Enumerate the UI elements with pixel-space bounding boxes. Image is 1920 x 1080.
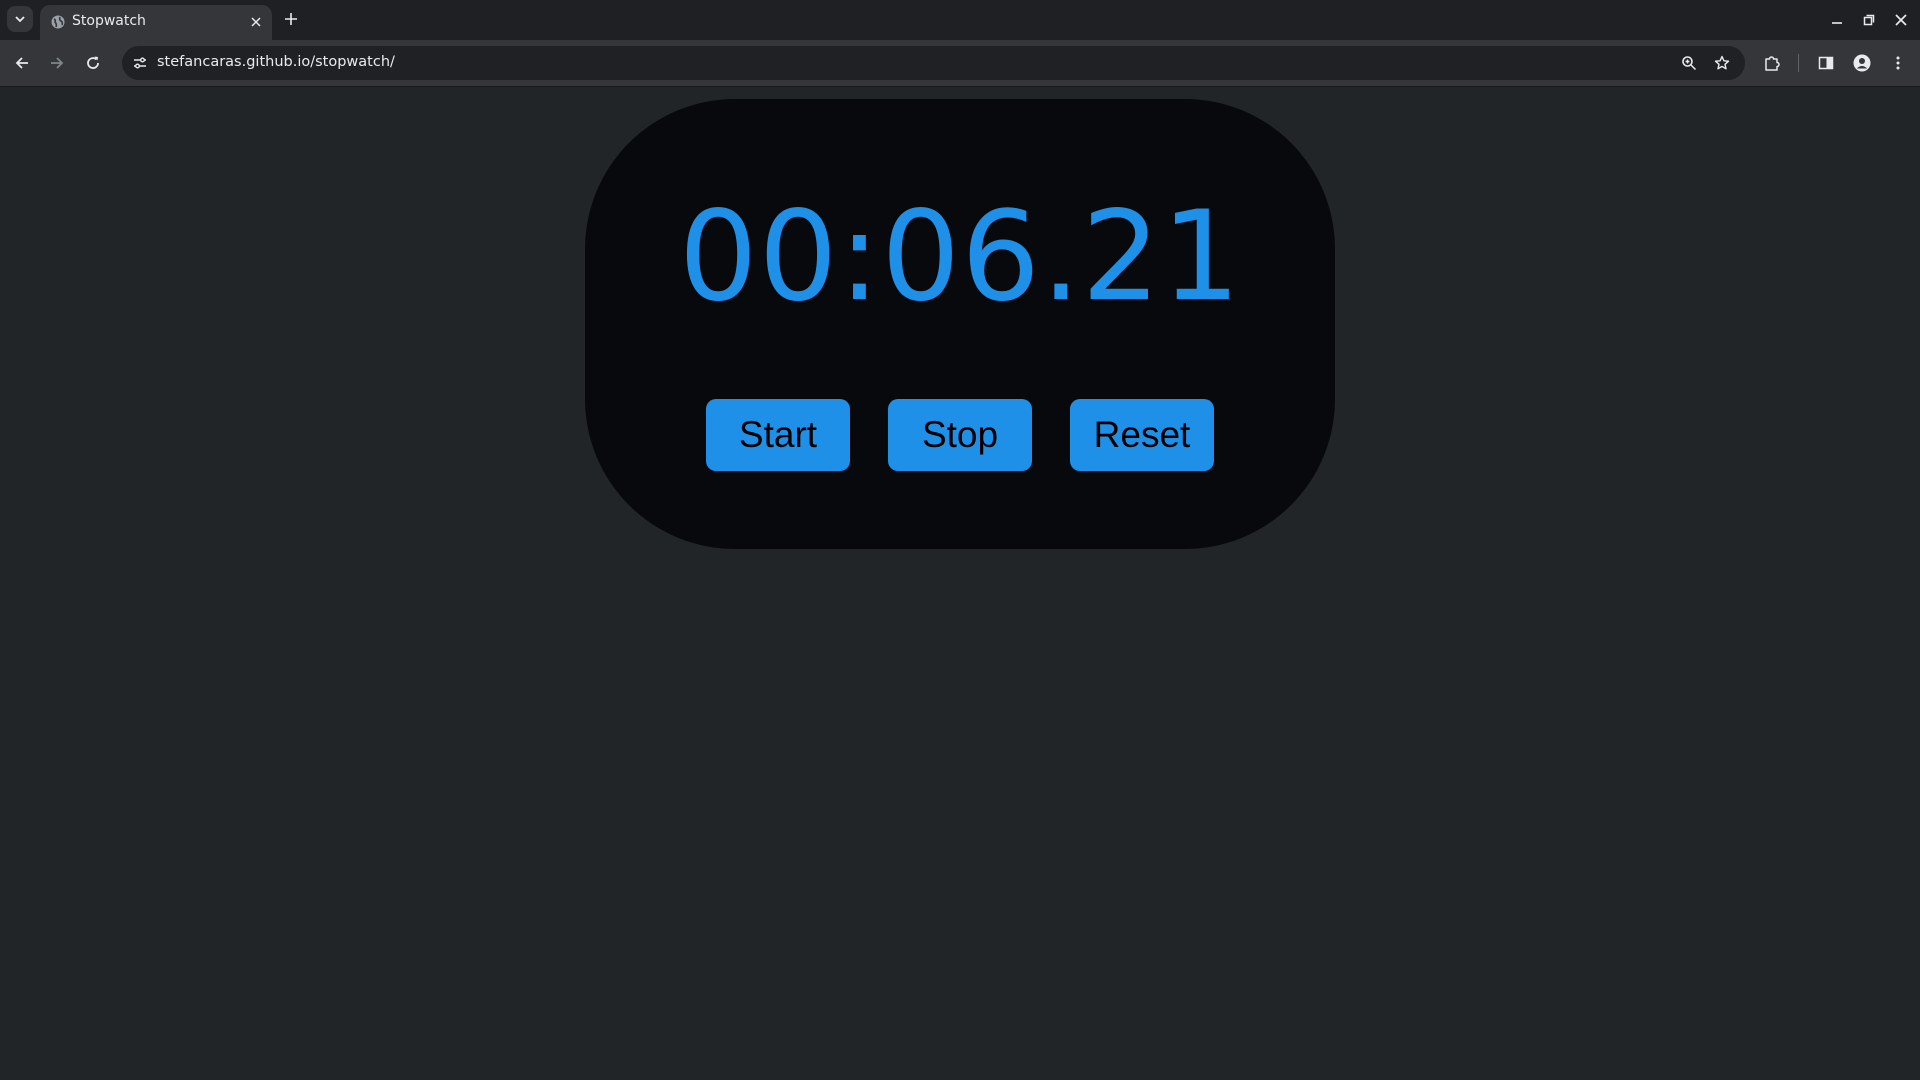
bookmark-button[interactable] — [1712, 53, 1732, 73]
side-panel-icon — [1818, 56, 1834, 70]
back-arrow-icon — [15, 57, 28, 69]
profile-button[interactable] — [1852, 53, 1872, 73]
browser-toolbar: stefancaras.github.io/stopwatch/ — [0, 40, 1920, 87]
back-button[interactable] — [9, 50, 35, 76]
star-icon — [1714, 55, 1730, 70]
forward-arrow-icon — [51, 57, 64, 69]
plus-icon — [285, 13, 297, 25]
reload-icon — [87, 56, 99, 69]
extensions-button[interactable] — [1762, 53, 1782, 73]
restore-icon — [1863, 14, 1875, 26]
close-icon — [1895, 14, 1907, 26]
restore-button[interactable] — [1859, 10, 1879, 30]
tab-search-button[interactable] — [7, 6, 33, 32]
close-icon — [251, 17, 261, 27]
site-info-button[interactable] — [128, 51, 152, 75]
zoom-button[interactable] — [1679, 53, 1699, 73]
profile-icon — [1853, 54, 1871, 72]
tune-icon — [134, 57, 146, 69]
tab-close-button[interactable] — [248, 14, 264, 30]
zoom-icon — [1682, 56, 1697, 71]
toolbar-divider — [1798, 54, 1799, 72]
reset-button[interactable]: Reset — [1070, 399, 1214, 471]
time-display: 00:06.21 — [678, 185, 1242, 329]
start-button[interactable]: Start — [706, 399, 850, 471]
chevron-down-icon — [15, 16, 25, 23]
globe-icon — [51, 15, 65, 29]
side-panel-button[interactable] — [1816, 53, 1836, 73]
stop-button[interactable]: Stop — [888, 399, 1032, 471]
page-viewport: 00:06.21 Start Stop Reset — [0, 87, 1920, 1080]
close-window-button[interactable] — [1891, 10, 1911, 30]
address-bar[interactable]: stefancaras.github.io/stopwatch/ — [122, 46, 1745, 80]
url-text[interactable]: stefancaras.github.io/stopwatch/ — [157, 54, 395, 70]
tab-title: Stopwatch — [72, 13, 146, 29]
minimize-button[interactable] — [1827, 10, 1847, 30]
stopwatch-panel: 00:06.21 Start Stop Reset — [585, 99, 1335, 549]
tab-strip: Stopwatch — [0, 0, 1920, 40]
kebab-menu-icon — [1896, 56, 1900, 70]
new-tab-button[interactable] — [281, 9, 301, 29]
menu-button[interactable] — [1888, 53, 1908, 73]
puzzle-icon — [1765, 56, 1780, 71]
tab-stopwatch[interactable]: Stopwatch — [40, 5, 272, 40]
minimize-icon — [1832, 22, 1842, 24]
reload-button[interactable] — [80, 50, 106, 76]
forward-button[interactable] — [44, 50, 70, 76]
